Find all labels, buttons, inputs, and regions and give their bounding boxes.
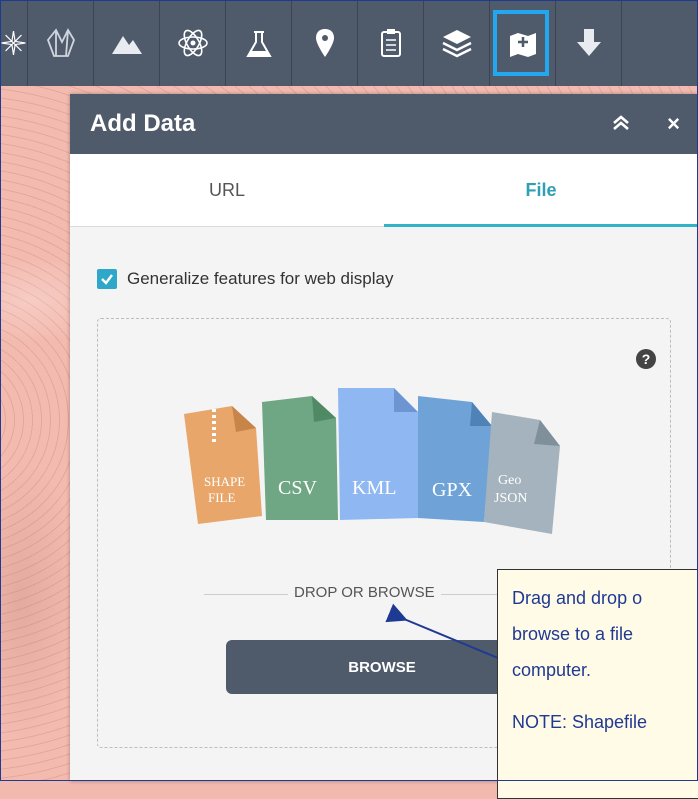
callout-line-3: computer. [512, 660, 592, 680]
callout-line-2: browse to a file [512, 624, 634, 644]
annotation-callout: Drag and drop o browse to a file compute… [497, 569, 698, 799]
toolbar-tool-clipboard[interactable] [358, 0, 424, 86]
atom-icon [177, 29, 208, 57]
tab-url[interactable]: URL [70, 154, 384, 226]
drop-text: DROP OR BROWSE [288, 584, 441, 601]
help-icon[interactable]: ? [636, 349, 656, 369]
panel-title: Add Data [90, 110, 196, 137]
tab-bar: URL File [70, 154, 698, 227]
close-icon[interactable]: × [667, 113, 680, 135]
checkmark-icon [101, 274, 113, 285]
svg-text:JSON: JSON [494, 491, 527, 506]
file-label-geojson: Geo [498, 473, 521, 488]
panel-header: Add Data × [70, 94, 698, 154]
callout-note: NOTE: Shapefile [512, 712, 648, 732]
toolbar-tool-layers[interactable] [424, 0, 490, 86]
toolbar-tool-flask[interactable] [226, 0, 292, 86]
toolbar-tool-compass[interactable] [0, 0, 28, 86]
gpx-icon: GPX [418, 396, 492, 522]
file-types-illustration: SHAPE FILE CSV KML GPX Geo JSON [184, 388, 560, 534]
csv-icon: CSV [262, 396, 338, 520]
callout-line-1: Drag and drop o [512, 588, 643, 608]
clipboard-icon [380, 29, 401, 57]
toolbar-tool-atom[interactable] [160, 0, 226, 86]
collapse-icon[interactable] [611, 113, 631, 135]
toolbar-tool-download[interactable] [556, 0, 622, 86]
toolbar-tool-crystal[interactable] [28, 0, 94, 86]
map-pin-icon [315, 29, 334, 57]
file-label-gpx: GPX [432, 479, 473, 501]
geojson-icon: Geo JSON [484, 412, 560, 534]
flask-icon [245, 31, 272, 57]
toolbar-tool-add-data[interactable] [490, 0, 556, 86]
toolbar-tool-mountain[interactable] [94, 0, 160, 86]
compass-star-icon [1, 30, 26, 56]
crystal-icon [46, 28, 75, 57]
toolbar-tool-pin[interactable] [292, 0, 358, 86]
generalize-label: Generalize features for web display [127, 269, 394, 288]
file-label-kml: KML [352, 477, 396, 499]
kml-icon: KML [338, 388, 418, 520]
download-icon [576, 29, 601, 56]
svg-text:FILE: FILE [208, 490, 236, 505]
add-data-icon [509, 33, 536, 57]
file-label-csv: CSV [278, 477, 317, 499]
mountain-icon [111, 36, 142, 54]
file-label-shapefile: SHAPE [204, 474, 245, 489]
shapefile-icon: SHAPE FILE [184, 406, 262, 524]
browse-button[interactable]: BROWSE [226, 640, 538, 694]
generalize-checkbox[interactable] [97, 269, 117, 289]
widget-toolbar [0, 0, 698, 86]
generalize-row: Generalize features for web display [97, 269, 393, 289]
layers-icon [441, 30, 472, 58]
tab-file[interactable]: File [384, 154, 698, 227]
